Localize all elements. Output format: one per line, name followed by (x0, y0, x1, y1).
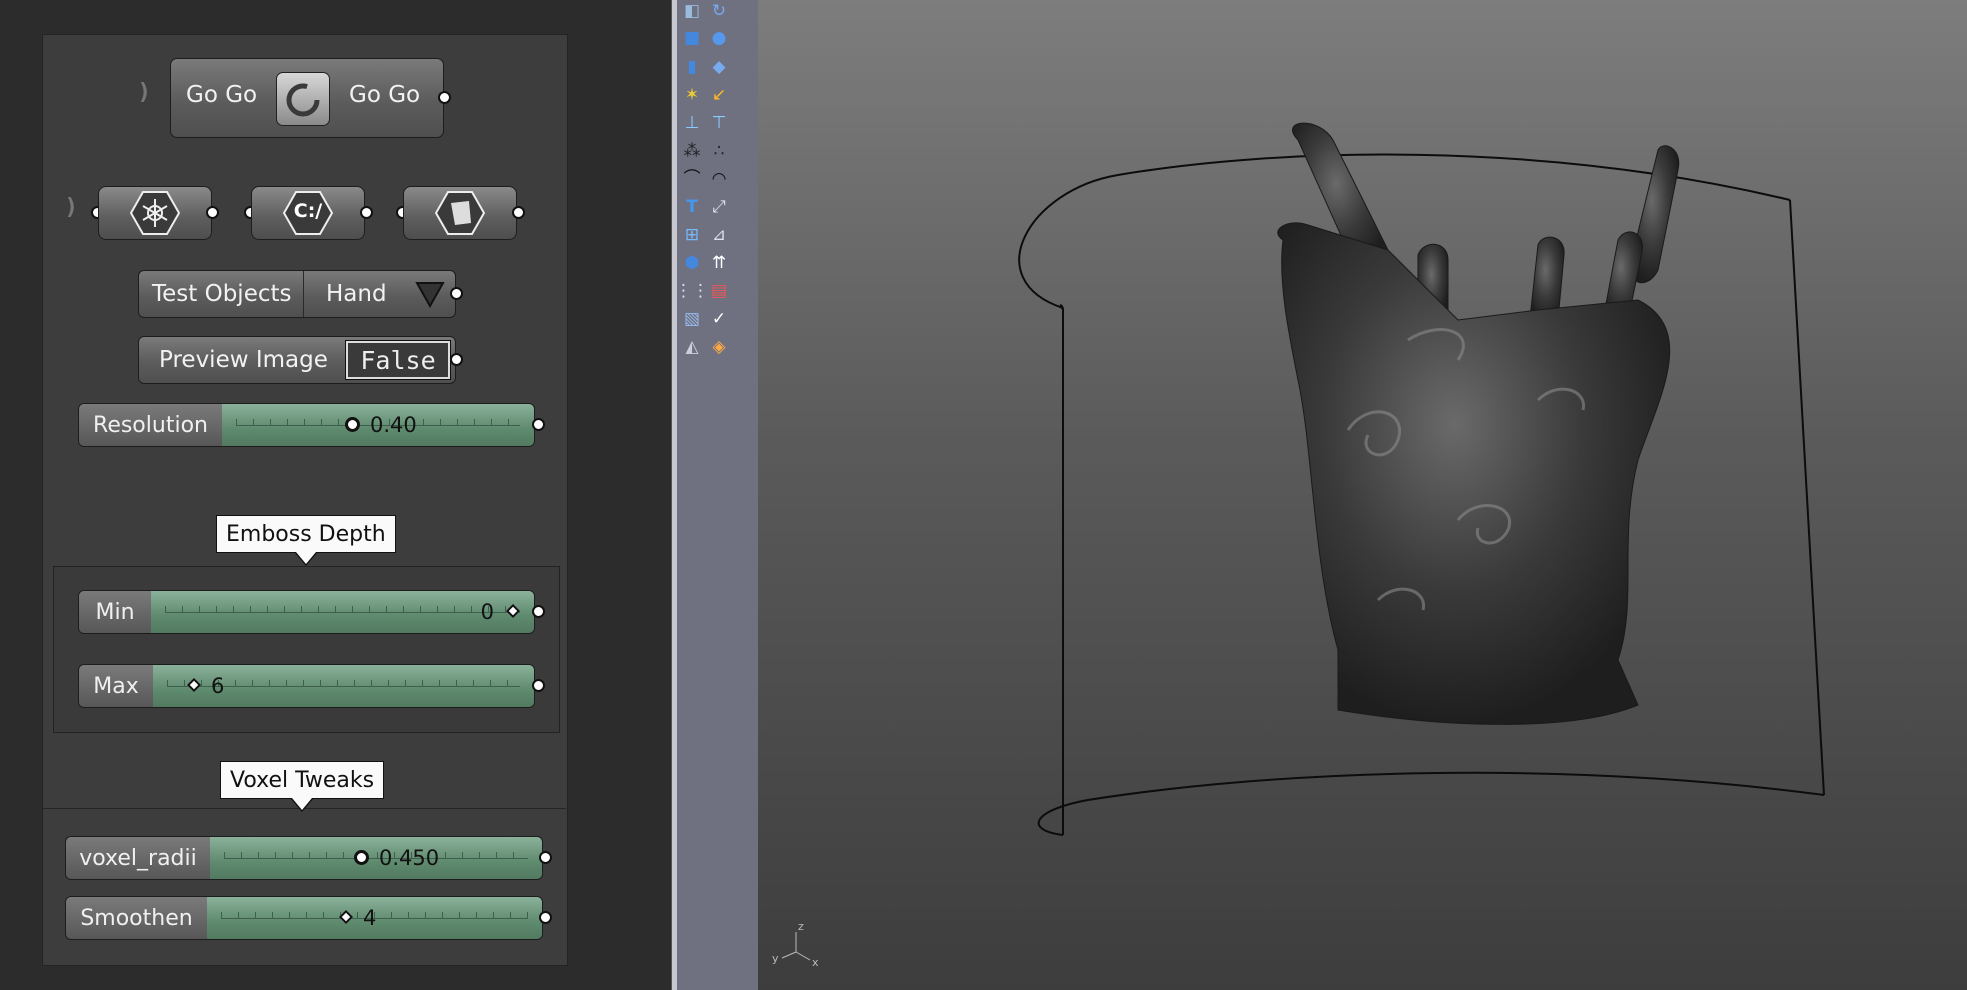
output-grip[interactable] (532, 679, 545, 692)
shade-icon[interactable]: ◭ (680, 336, 704, 358)
explode-icon[interactable]: ✶ (680, 84, 704, 106)
resolution-label: Resolution (79, 404, 223, 446)
output-grip[interactable] (539, 851, 552, 864)
orbit-icon[interactable]: ↻ (707, 0, 731, 22)
wireless-icon: ))) (66, 195, 76, 220)
emboss-depth-label: Emboss Depth (216, 515, 396, 566)
axis-z-label: z (798, 920, 804, 933)
refresh-icon (286, 83, 320, 117)
material-icon[interactable]: ◈ (707, 336, 731, 358)
hand-mesh (1277, 122, 1680, 725)
max-slider[interactable]: Max 6 (78, 664, 535, 708)
wireless-icon: ))) (139, 80, 149, 105)
viewport-scene: z y x (772, 122, 1825, 969)
arc-icon[interactable]: ◠ (707, 168, 731, 190)
axis-y-label: y (772, 952, 779, 965)
dropdown-triangle-icon[interactable] (415, 280, 445, 308)
voxel-radii-value: 0.450 (379, 846, 440, 870)
split-icon[interactable]: ⊥ (680, 112, 704, 134)
sphere-icon[interactable]: ● (707, 27, 731, 49)
divider (303, 271, 304, 317)
join-icon[interactable]: ⊤ (707, 112, 731, 134)
slider-knob[interactable] (345, 417, 360, 432)
max-value: 6 (211, 674, 225, 698)
paste-icon[interactable]: ▧ (680, 308, 704, 330)
preview-image-value: False (360, 346, 436, 375)
output-grip[interactable] (438, 91, 451, 104)
curve-icon[interactable]: ⌒ (680, 168, 704, 190)
output-grip[interactable] (450, 353, 463, 366)
output-grip[interactable] (512, 206, 525, 219)
preview-image-label: Preview Image (159, 347, 328, 373)
component-group (42, 34, 568, 966)
cylinder-icon[interactable]: ▮ (680, 56, 704, 78)
control-points-icon[interactable]: ∴ (707, 140, 731, 162)
max-label: Max (79, 665, 154, 707)
render-icon[interactable]: ↙ (707, 84, 731, 106)
gogo-component[interactable]: Go Go Go Go (170, 58, 444, 138)
grasshopper-canvas[interactable]: ))) Go Go Go Go ))) C:/ Test Objects Han… (0, 0, 671, 990)
axis-x-label: x (812, 956, 819, 969)
voxel-tweaks-label: Voxel Tweaks (220, 761, 385, 812)
grid-icon[interactable]: ⋮⋮ (675, 280, 709, 302)
toggle-value-box[interactable]: False (345, 340, 451, 380)
check-icon[interactable]: ✓ (707, 308, 731, 330)
gogo-left-label: Go Go (186, 82, 258, 108)
smoothen-slider[interactable]: Smoothen 4 (65, 896, 543, 940)
output-grip[interactable] (539, 911, 552, 924)
output-grip[interactable] (450, 287, 463, 300)
dimension-icon[interactable]: ⤢ (707, 196, 731, 218)
move-icon[interactable]: ⇈ (707, 252, 731, 274)
resolution-slider[interactable]: Resolution 0.40 (78, 403, 535, 447)
resolution-value: 0.40 (370, 413, 417, 437)
test-objects-label: Test Objects (152, 281, 292, 307)
rhino-viewport[interactable]: z y x (758, 0, 1967, 990)
box-icon[interactable]: ■ (680, 27, 704, 49)
surface-icon[interactable]: ◆ (707, 56, 731, 78)
shape-icon (435, 191, 485, 235)
text-icon[interactable]: T (680, 196, 704, 218)
min-value: 0 (480, 600, 494, 624)
test-objects-valuelist[interactable]: Test Objects Hand (138, 270, 456, 318)
solid-icon[interactable]: ⬢ (680, 252, 704, 274)
snowflake-component[interactable] (98, 186, 212, 240)
min-slider[interactable]: Min 0 (78, 590, 535, 634)
shape-component[interactable] (403, 186, 517, 240)
gogo-toggle-button[interactable] (276, 72, 330, 126)
output-grip[interactable] (532, 605, 545, 618)
smoothen-label: Smoothen (66, 897, 208, 939)
points-icon[interactable]: ⁂ (680, 140, 704, 162)
gogo-right-label: Go Go (349, 82, 421, 108)
output-grip[interactable] (532, 418, 545, 431)
preview-image-toggle[interactable]: Preview Image False (138, 336, 456, 384)
array-icon[interactable]: ⊞ (680, 224, 704, 246)
output-grip[interactable] (206, 206, 219, 219)
rhino-toolbar: ◧ ↻ ■ ● ▮ ◆ ✶ ↙ ⊥ ⊤ ⁂ ∴ ⌒ ◠ T ⤢ ⊞ ⊿ ⬢ ⇈ … (675, 0, 758, 990)
test-objects-value: Hand (326, 281, 387, 307)
rotate-view-icon[interactable]: ◧ (680, 0, 704, 22)
smoothen-value: 4 (363, 906, 377, 930)
layer-icon[interactable]: ▤ (707, 280, 731, 302)
file-path-text: C:/ (293, 200, 323, 222)
slider-knob[interactable] (354, 850, 369, 865)
voxel-radii-slider[interactable]: voxel_radii 0.450 (65, 836, 543, 880)
min-label: Min (79, 591, 152, 633)
output-grip[interactable] (360, 206, 373, 219)
snowflake-icon (130, 191, 180, 235)
world-axis-icon (781, 932, 811, 961)
voxel-radii-label: voxel_radii (66, 837, 211, 879)
analyze-icon[interactable]: ⊿ (707, 224, 731, 246)
file-path-component[interactable]: C:/ (251, 186, 365, 240)
